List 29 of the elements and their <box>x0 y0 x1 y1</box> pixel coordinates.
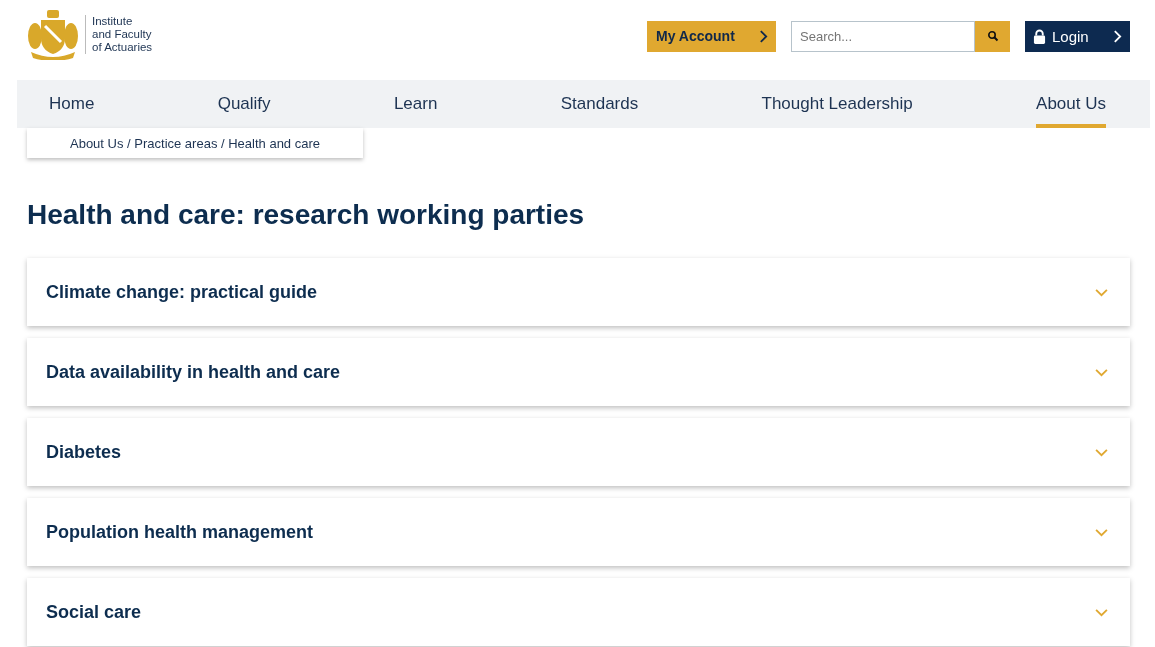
accordion-title: Diabetes <box>46 441 122 463</box>
logo-text: Institute <box>92 14 134 28</box>
login-button[interactable]: Login <box>1025 20 1130 52</box>
lock-icon <box>1033 28 1046 44</box>
accordion-item[interactable]: Social care <box>27 578 1130 646</box>
accordion-item[interactable]: Climate change: practical guide <box>27 258 1130 326</box>
page-heading: Health and care: research working parties <box>27 198 586 232</box>
accordion-title: Social care <box>46 601 142 623</box>
my-account-button[interactable]: My Account <box>647 20 776 52</box>
nav-link[interactable]: Qualify <box>217 80 271 128</box>
nav-link[interactable]: Learn <box>393 80 438 128</box>
chevron-right-icon <box>1113 28 1122 44</box>
nav-link[interactable]: About Us <box>1036 80 1106 128</box>
chevron-right-icon <box>759 28 768 44</box>
logo-text: and Faculty <box>92 27 153 41</box>
accordion-item[interactable]: Diabetes <box>27 418 1130 486</box>
accordion-item[interactable]: Population health management <box>27 498 1130 566</box>
accordion-title: Data availability in health and care <box>46 361 341 383</box>
search-button[interactable] <box>975 20 1010 52</box>
search-field[interactable]: Search... <box>791 20 975 52</box>
nav-link[interactable]: Standards <box>560 80 639 128</box>
nav-link[interactable]: Home <box>49 80 95 128</box>
logo-text: of Actuaries <box>92 40 153 54</box>
accordion-item[interactable]: Data availability in health and care <box>27 338 1130 406</box>
accordion-title: Climate change: practical guide <box>46 281 318 303</box>
nav-link[interactable]: Thought Leadership <box>761 80 913 128</box>
accordion-title: Population health management <box>46 521 314 543</box>
search-icon <box>986 30 999 42</box>
breadcrumb: About Us / Practice areas / Health and care <box>27 128 363 158</box>
